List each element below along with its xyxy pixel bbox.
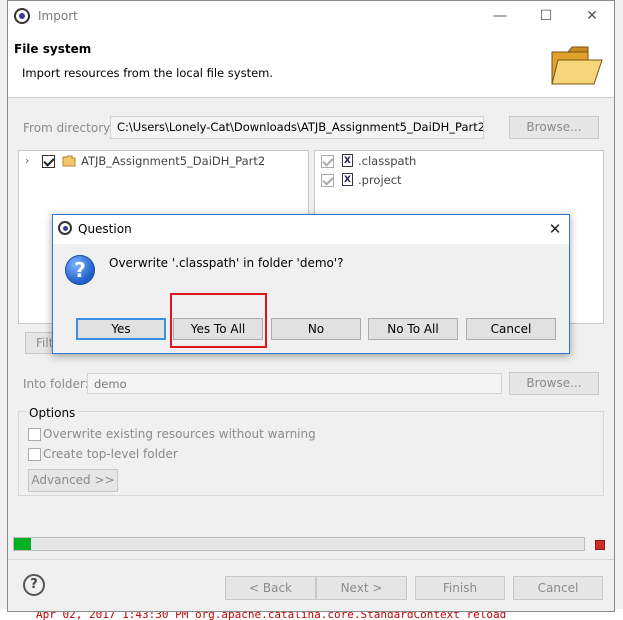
eclipse-icon: [14, 8, 30, 24]
no-button[interactable]: No: [271, 318, 361, 340]
progress-fill: [14, 538, 32, 550]
maximize-icon: ☐: [539, 8, 553, 24]
wizard-cancel-button[interactable]: Cancel: [513, 576, 603, 600]
yes-button[interactable]: Yes: [76, 318, 166, 340]
top-level-folder-checkbox[interactable]: [28, 448, 41, 461]
folder-icon: [62, 155, 76, 167]
expand-chevron-icon[interactable]: ›: [25, 154, 29, 167]
file-checkbox[interactable]: [321, 174, 334, 187]
dialog-titlebar: Question ✕: [53, 215, 569, 244]
wizard-banner: File system Import resources from the lo…: [8, 32, 614, 98]
no-to-all-button[interactable]: No To All: [368, 318, 458, 340]
page-description: Import resources from the local file sys…: [22, 66, 274, 80]
dialog-message: Overwrite '.classpath' in folder 'demo'?: [109, 256, 344, 270]
tree-item-label[interactable]: ATJB_Assignment5_DaiDH_Part2: [81, 154, 265, 168]
file-checkbox[interactable]: [321, 155, 334, 168]
top-level-folder-label: Create top-level folder: [43, 447, 178, 461]
question-icon: ?: [65, 255, 95, 285]
close-icon: ✕: [586, 8, 598, 24]
from-directory-label: From directory:: [23, 121, 114, 135]
browse-into-folder-button[interactable]: Browse...: [509, 372, 599, 395]
finish-button[interactable]: Finish: [415, 576, 505, 600]
minimize-button[interactable]: —: [478, 1, 522, 32]
question-dialog: Question ✕ ? Overwrite '.classpath' in f…: [52, 214, 570, 354]
window-titlebar: Import — ☐ ✕: [8, 1, 614, 32]
overwrite-checkbox[interactable]: [28, 428, 41, 441]
into-folder-field[interactable]: demo: [87, 373, 502, 394]
dialog-title: Question: [78, 222, 132, 236]
browse-directory-button[interactable]: Browse...: [509, 116, 599, 139]
help-icon[interactable]: ?: [23, 574, 45, 596]
window-title: Import: [38, 9, 78, 23]
tree-item-checkbox[interactable]: [42, 155, 55, 168]
options-title: Options: [27, 406, 78, 420]
background-ide-right: [614, 0, 623, 620]
progress-bar: [13, 537, 585, 551]
annotation-highlight-box: [170, 293, 267, 348]
advanced-button[interactable]: Advanced >>: [28, 469, 118, 492]
file-list-item[interactable]: .project: [358, 173, 402, 187]
maximize-button[interactable]: ☐: [524, 1, 568, 32]
xml-file-icon: X: [342, 173, 353, 186]
back-button[interactable]: < Back: [225, 576, 316, 600]
from-directory-field[interactable]: C:\Users\Lonely-Cat\Downloads\ATJB_Assig…: [110, 116, 484, 139]
next-button[interactable]: Next >: [316, 576, 407, 600]
close-button[interactable]: ✕: [570, 1, 614, 32]
into-folder-label: Into folder:: [23, 377, 89, 391]
minimize-icon: —: [493, 8, 507, 24]
page-title: File system: [14, 42, 92, 56]
overwrite-label: Overwrite existing resources without war…: [43, 427, 316, 441]
eclipse-icon: [58, 221, 72, 235]
xml-file-icon: X: [342, 154, 353, 167]
footer-divider: [8, 559, 614, 560]
stop-icon[interactable]: [595, 540, 605, 550]
open-folder-icon: [551, 46, 603, 85]
file-list-item[interactable]: .classpath: [358, 154, 416, 168]
dialog-close-icon[interactable]: ✕: [541, 216, 569, 243]
dialog-cancel-button[interactable]: Cancel: [466, 318, 556, 340]
